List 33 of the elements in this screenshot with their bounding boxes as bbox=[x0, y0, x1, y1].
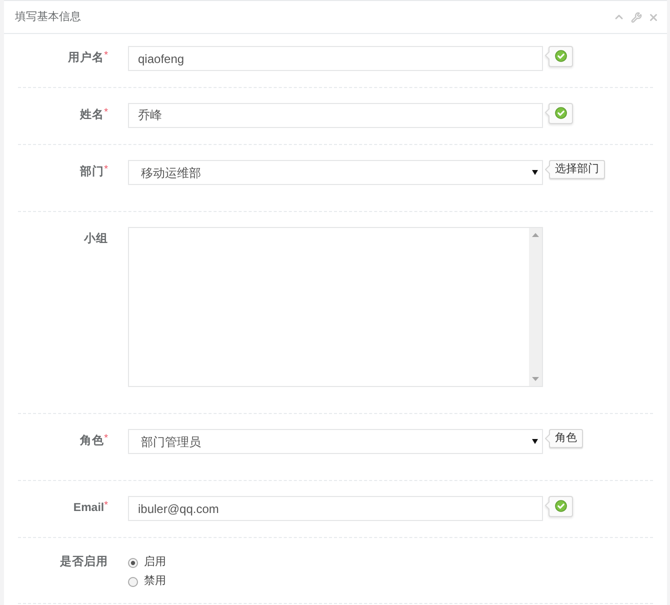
field-label: 姓名 bbox=[80, 108, 104, 123]
field-label: 角色 bbox=[80, 434, 104, 449]
field-label: 是否启用 bbox=[60, 554, 108, 570]
required-mark: * bbox=[104, 108, 108, 118]
scroll-down-icon[interactable] bbox=[532, 377, 539, 381]
field-label: Email bbox=[73, 502, 104, 516]
required-mark: * bbox=[104, 165, 108, 175]
panel-title: 填写基本信息 bbox=[15, 10, 81, 25]
scroll-up-icon[interactable] bbox=[532, 233, 539, 237]
pointer-arrow-icon bbox=[545, 434, 550, 443]
text-input[interactable]: qiaofeng bbox=[128, 46, 543, 71]
radio-button-icon[interactable] bbox=[128, 558, 138, 568]
picker-button[interactable]: 角色 bbox=[549, 429, 583, 448]
required-mark: * bbox=[104, 501, 108, 511]
radio-option[interactable]: 启用 bbox=[128, 553, 166, 572]
radio-option[interactable]: 禁用 bbox=[128, 572, 166, 591]
text-input[interactable]: ibuler@qq.com bbox=[128, 496, 543, 521]
textarea-field[interactable] bbox=[128, 227, 543, 387]
pointer-arrow-icon bbox=[545, 165, 550, 174]
field-label: 小组 bbox=[84, 231, 108, 247]
wrench-icon[interactable] bbox=[631, 12, 642, 22]
text-input[interactable]: 乔峰 bbox=[128, 103, 543, 128]
dropdown-field[interactable]: 部门管理员 bbox=[128, 429, 543, 454]
dropdown-field[interactable]: 移动运维部 bbox=[128, 160, 543, 185]
required-mark: * bbox=[104, 51, 108, 61]
caret-icon bbox=[532, 439, 538, 444]
field-label: 用户名 bbox=[68, 50, 104, 66]
radio-button-icon[interactable] bbox=[128, 576, 138, 586]
required-mark: * bbox=[104, 434, 108, 444]
caret-icon bbox=[532, 170, 538, 175]
close-icon[interactable] bbox=[648, 12, 659, 22]
field-label: 部门 bbox=[80, 164, 104, 180]
picker-button[interactable]: 选择部门 bbox=[549, 160, 605, 179]
